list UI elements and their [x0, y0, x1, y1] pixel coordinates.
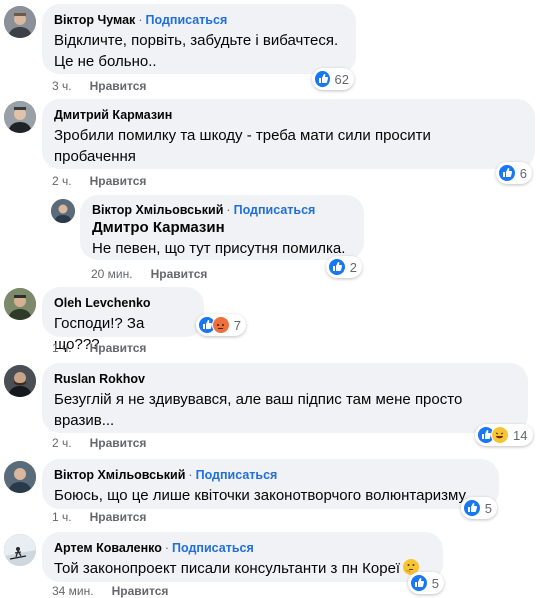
comment-bubble: Oleh Levchenko Господи!? За що??? [42, 287, 204, 353]
separator-dot: · [226, 203, 231, 217]
author-name[interactable]: Ruslan Rokhov [54, 372, 145, 386]
comment-text: Не певен, що тут присутня помилка. [92, 238, 352, 259]
avatar[interactable] [4, 288, 36, 320]
reaction-summary[interactable]: 7 [196, 314, 246, 336]
reaction-summary[interactable]: 5 [461, 497, 497, 519]
comment-meta: 1 ч. Нравится [52, 510, 146, 524]
avatar[interactable] [4, 6, 36, 38]
like-reaction-icon [328, 258, 346, 276]
separator-dot: · [164, 541, 170, 555]
timestamp[interactable]: 3 ч. [52, 79, 72, 93]
comment-meta: 2 ч. Нравится [52, 174, 146, 188]
reaction-summary[interactable]: 6 [496, 162, 532, 184]
like-link[interactable]: Нравится [90, 174, 147, 188]
timestamp[interactable]: 1 ч. [52, 510, 72, 524]
follow-link[interactable]: Подписаться [172, 541, 254, 555]
comment-meta: 20 мин. Нравится [91, 267, 207, 281]
comment-meta: 3 ч. Нравится [52, 79, 146, 93]
angry-reaction-icon [211, 316, 230, 334]
comment-header: Віктор Хмільовський · Подписаться [92, 202, 352, 218]
separator-dot: · [188, 468, 193, 482]
mention-link[interactable]: Дмитро Кармазин [92, 218, 352, 238]
comment-line: Безуглій я не здивувався, але ваш підпис… [54, 391, 463, 408]
haha-reaction-icon [491, 426, 509, 444]
comment-line: Це не больно.. [54, 53, 157, 70]
author-name[interactable]: Артем Коваленко [54, 541, 162, 555]
comment-header: Віктор Чумак · Подписаться [54, 12, 344, 28]
follow-link[interactable]: Подписаться [234, 203, 316, 217]
comment-header: Артем Коваленко · Подписаться [54, 540, 431, 556]
reaction-count: 2 [349, 259, 357, 275]
comment-text: Зробили помилку та шкоду - треба мати си… [54, 125, 523, 167]
reaction-count: 14 [513, 427, 528, 443]
timestamp[interactable]: 1 ч. [52, 341, 72, 355]
author-name[interactable]: Віктор Хмільовський [54, 468, 185, 482]
timestamp[interactable]: 2 ч. [52, 174, 72, 188]
timestamp[interactable]: 2 ч. [52, 436, 72, 450]
comment-text: Безуглій я не здивувався, але ваш підпис… [54, 389, 516, 431]
author-name[interactable]: Віктор Чумак [54, 13, 135, 27]
like-link[interactable]: Нравится [90, 79, 147, 93]
like-reaction-icon [410, 574, 428, 592]
reaction-count: 62 [334, 71, 349, 87]
like-link[interactable]: Нравится [90, 510, 147, 524]
avatar[interactable] [4, 534, 36, 566]
comment-header: Дмитрий Кармазин [54, 107, 523, 123]
like-link[interactable]: Нравится [151, 267, 208, 281]
like-link[interactable]: Нравится [90, 341, 147, 355]
reaction-count: 6 [519, 165, 527, 181]
follow-link[interactable]: Подписаться [196, 468, 278, 482]
like-link[interactable]: Нравится [90, 436, 147, 450]
author-name[interactable]: Дмитрий Кармазин [54, 108, 172, 122]
timestamp[interactable]: 20 мин. [91, 267, 133, 281]
avatar[interactable] [51, 199, 75, 223]
author-name[interactable]: Віктор Хмільовський [92, 203, 223, 217]
like-reaction-icon [463, 499, 481, 517]
reaction-summary[interactable]: 62 [312, 68, 354, 90]
avatar[interactable] [4, 461, 36, 493]
reaction-count: 5 [431, 575, 439, 591]
comment-bubble: Віктор Чумак · Подписаться Відкличте, порв… [42, 4, 356, 74]
avatar[interactable] [4, 365, 36, 397]
comment-line: Зробили помилку та шкоду - треба мати си… [54, 127, 431, 144]
author-name[interactable]: Oleh Levchenko [54, 296, 151, 310]
comment-header: Ruslan Rokhov [54, 371, 516, 387]
comment-bubble: Віктор Хмільовський · Подписаться Дмитро К… [80, 195, 364, 260]
comment-bubble: Ruslan Rokhov Безуглій я не здивувався, … [42, 363, 528, 433]
like-reaction-icon [498, 164, 516, 182]
reaction-summary[interactable]: 5 [408, 572, 444, 594]
comment-text: Боюсь, що це лише квіточки законотворчог… [54, 485, 487, 506]
reaction-count: 7 [233, 317, 241, 333]
comment-meta: 1 ч. Нравится [52, 341, 146, 355]
comment-line: пробачення [54, 148, 136, 165]
comment-line: Той законопроект писали консультанти з п… [54, 560, 401, 577]
reaction-summary[interactable]: 2 [326, 256, 362, 278]
comment-bubble: Артем Коваленко · Подписаться Той законопр… [42, 532, 443, 582]
comment-header: Oleh Levchenko [54, 295, 192, 311]
like-reaction-icon [314, 70, 331, 88]
separator-dot: · [138, 13, 143, 27]
comment-bubble: Віктор Хмільовський · Подписаться Боюсь, щ… [42, 459, 499, 509]
reaction-summary[interactable]: 14 [475, 424, 533, 446]
reaction-count: 5 [484, 500, 492, 516]
comment-line: Не певен, що тут присутня помилка. [92, 240, 346, 257]
comment-meta: 2 ч. Нравится [52, 436, 146, 450]
comment-line: вразив... [54, 412, 115, 429]
comment-line: Відкличте, порвіть, забудьте і вибачтеся… [54, 32, 339, 49]
follow-link[interactable]: Подписаться [146, 13, 228, 27]
comment-text: Той законопроект писали консультанти з п… [54, 558, 431, 579]
comment-text: Відкличте, порвіть, забудьте і вибачтеся… [54, 30, 344, 72]
avatar[interactable] [4, 101, 36, 133]
comment-bubble: Дмитрий Кармазин Зробили помилку та шкод… [42, 99, 535, 169]
comment-header: Віктор Хмільовський · Подписаться [54, 467, 487, 483]
comment-line: Боюсь, що це лише квіточки законотворчог… [54, 487, 469, 504]
